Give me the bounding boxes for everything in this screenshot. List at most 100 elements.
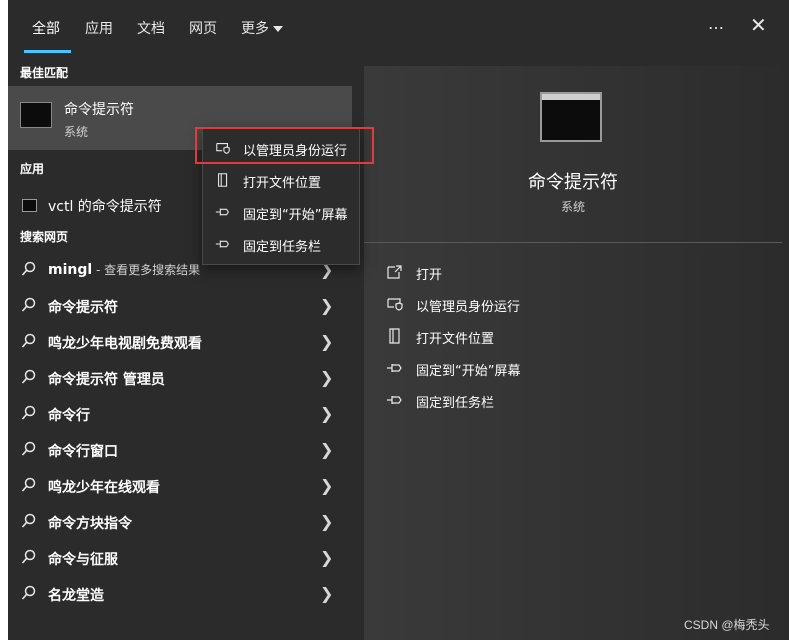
web-search-item[interactable]: 鸣龙少年在线观看 ❯ bbox=[8, 468, 352, 504]
tab-all[interactable]: 全部 bbox=[32, 18, 60, 38]
best-match-title: 命令提示符 bbox=[64, 102, 134, 118]
tab-apps[interactable]: 应用 bbox=[85, 18, 113, 38]
pin-icon bbox=[387, 364, 402, 372]
web-search-item[interactable]: 命令提示符 ❯ bbox=[8, 288, 352, 324]
web-search-item[interactable]: 命令方块指令 ❯ bbox=[8, 504, 352, 540]
web-search-query: mingl bbox=[48, 262, 93, 278]
action-pin-to-taskbar[interactable]: 固定到任务栏 bbox=[386, 388, 766, 416]
apps-heading: 应用 bbox=[20, 162, 45, 176]
pin-icon bbox=[215, 240, 229, 248]
web-search-item[interactable]: 命令提示符 管理员 ❯ bbox=[8, 360, 352, 396]
search-icon bbox=[21, 477, 36, 492]
ctx-pin-to-taskbar[interactable]: 固定到任务栏 bbox=[203, 228, 359, 260]
search-icon bbox=[21, 405, 36, 420]
web-search-item-label: 命令方块指令 bbox=[48, 513, 132, 533]
chevron-right-icon[interactable]: ❯ bbox=[320, 440, 333, 459]
more-options-icon[interactable]: … bbox=[708, 14, 725, 33]
web-search-query: 命令与征服 bbox=[48, 552, 118, 568]
web-search-query: 名龙堂造 bbox=[48, 588, 104, 604]
search-window: 全部 应用 文档 网页 更多 … ✕ 最佳匹配 命令提示符 系统 应用 vctl… bbox=[8, 0, 789, 640]
web-search-item-label: 鸣龙少年电视剧免费观看 bbox=[48, 333, 202, 353]
web-search-item-label: 命令与征服 bbox=[48, 549, 118, 569]
best-match-subtitle: 系统 bbox=[64, 125, 89, 139]
web-search-query: 命令行窗口 bbox=[48, 444, 118, 460]
ctx-pin-to-taskbar-label: 固定到任务栏 bbox=[243, 240, 322, 255]
open-icon bbox=[387, 265, 402, 279]
web-search-query: 命令提示符 管理员 bbox=[48, 372, 165, 388]
terminal-icon bbox=[22, 199, 37, 212]
search-icon bbox=[21, 549, 36, 564]
web-search-query: 命令提示符 bbox=[48, 300, 118, 316]
ctx-pin-to-start-label: 固定到“开始”屏幕 bbox=[243, 208, 348, 223]
web-search-query: 命令行 bbox=[48, 408, 90, 424]
annotation-highlight-box bbox=[195, 127, 374, 164]
action-pin-to-start-label: 固定到“开始”屏幕 bbox=[416, 364, 521, 379]
chevron-right-icon[interactable]: ❯ bbox=[320, 332, 333, 351]
search-icon bbox=[21, 333, 36, 348]
preview-title: 命令提示符 bbox=[528, 172, 618, 193]
ctx-open-file-location-label: 打开文件位置 bbox=[243, 176, 322, 191]
tab-web[interactable]: 网页 bbox=[189, 18, 217, 38]
chevron-right-icon[interactable]: ❯ bbox=[320, 476, 333, 495]
ctx-pin-to-start[interactable]: 固定到“开始”屏幕 bbox=[203, 196, 359, 228]
web-search-item-label: 命令提示符 管理员 bbox=[48, 369, 165, 389]
file-location-icon bbox=[389, 328, 400, 344]
preview-subtitle: 系统 bbox=[560, 200, 585, 214]
action-pin-to-start[interactable]: 固定到“开始”屏幕 bbox=[386, 356, 766, 384]
pin-icon bbox=[387, 396, 402, 404]
best-match-heading: 最佳匹配 bbox=[20, 66, 69, 80]
search-icon bbox=[21, 261, 36, 276]
web-search-item-label: 命令行 bbox=[48, 405, 90, 425]
web-search-item[interactable]: 命令行窗口 ❯ bbox=[8, 432, 352, 468]
tab-more[interactable]: 更多 bbox=[241, 18, 283, 38]
pin-icon bbox=[215, 208, 229, 216]
search-icon bbox=[21, 513, 36, 528]
chevron-right-icon[interactable]: ❯ bbox=[320, 296, 333, 315]
web-search-item[interactable]: 鸣龙少年电视剧免费观看 ❯ bbox=[8, 324, 352, 360]
web-search-item[interactable]: 命令与征服 ❯ bbox=[8, 540, 352, 576]
ctx-open-file-location[interactable]: 打开文件位置 bbox=[203, 164, 359, 196]
close-icon[interactable]: ✕ bbox=[750, 13, 767, 37]
web-search-item-label: 鸣龙少年在线观看 bbox=[48, 477, 160, 497]
chevron-right-icon[interactable]: ❯ bbox=[320, 548, 333, 567]
tab-documents[interactable]: 文档 bbox=[137, 18, 165, 38]
action-open[interactable]: 打开 bbox=[386, 260, 766, 288]
action-run-as-admin-label: 以管理员身份运行 bbox=[416, 300, 521, 315]
chevron-right-icon[interactable]: ❯ bbox=[320, 404, 333, 423]
web-search-heading: 搜索网页 bbox=[20, 230, 69, 244]
web-search-query: 鸣龙少年电视剧免费观看 bbox=[48, 336, 202, 352]
terminal-icon bbox=[540, 92, 602, 142]
chevron-right-icon[interactable]: ❯ bbox=[320, 512, 333, 531]
action-pin-to-taskbar-label: 固定到任务栏 bbox=[416, 396, 495, 411]
shield-icon bbox=[387, 298, 403, 311]
web-search-item-label: 名龙堂造 bbox=[48, 585, 104, 605]
web-search-item-label: 命令提示符 bbox=[48, 297, 118, 317]
search-icon bbox=[21, 441, 36, 456]
terminal-icon bbox=[20, 102, 52, 128]
chevron-right-icon[interactable]: ❯ bbox=[320, 584, 333, 603]
tab-bar: 全部 应用 文档 网页 更多 … ✕ bbox=[8, 0, 789, 54]
action-open-file-location[interactable]: 打开文件位置 bbox=[386, 324, 766, 352]
search-icon bbox=[21, 297, 36, 312]
active-tab-indicator bbox=[24, 50, 71, 53]
chevron-right-icon[interactable]: ❯ bbox=[320, 368, 333, 387]
action-run-as-admin[interactable]: 以管理员身份运行 bbox=[386, 292, 766, 320]
web-search-item[interactable]: 名龙堂造 ❯ bbox=[8, 576, 352, 612]
action-open-file-location-label: 打开文件位置 bbox=[416, 332, 495, 347]
web-search-item[interactable]: 命令行 ❯ bbox=[8, 396, 352, 432]
caret-down-icon bbox=[273, 26, 283, 32]
web-search-item-label: 命令行窗口 bbox=[48, 441, 118, 461]
preview-pane: 命令提示符 系统 打开 以管理员身份运行 打开文件位置 固定到“开始”屏幕 固定… bbox=[364, 66, 782, 640]
web-search-query: 鸣龙少年在线观看 bbox=[48, 480, 160, 496]
tab-more-label: 更多 bbox=[241, 21, 269, 37]
search-icon bbox=[21, 585, 36, 600]
web-search-item-label: mingl - 查看更多搜索结果 bbox=[48, 261, 200, 278]
search-icon bbox=[21, 369, 36, 384]
web-search-hint: - 查看更多搜索结果 bbox=[92, 263, 201, 277]
file-location-icon bbox=[218, 173, 228, 187]
web-search-query: 命令方块指令 bbox=[48, 516, 132, 532]
action-open-label: 打开 bbox=[416, 268, 443, 283]
watermark: CSDN @梅秃头 bbox=[684, 618, 770, 632]
app-item-label: vctl 的命令提示符 bbox=[48, 199, 162, 215]
divider bbox=[364, 242, 782, 243]
